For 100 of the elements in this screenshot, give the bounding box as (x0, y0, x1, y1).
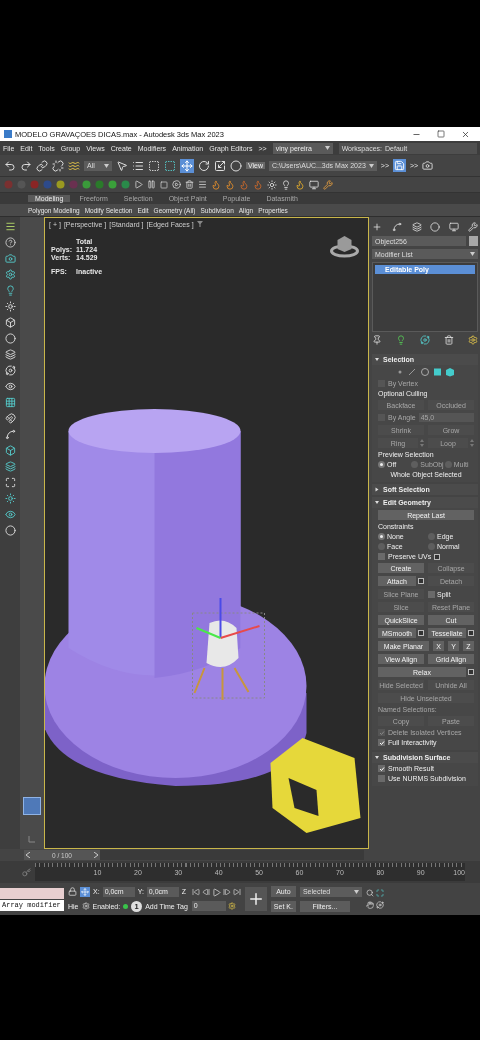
settings-icon[interactable] (418, 630, 424, 636)
settings-icon[interactable] (468, 669, 474, 675)
pan-icon[interactable] (365, 901, 374, 909)
caret-icon[interactable] (324, 146, 330, 150)
caret-icon[interactable] (470, 252, 475, 256)
radio-button[interactable] (378, 543, 385, 550)
settings-icon[interactable] (434, 553, 441, 560)
curve-icon[interactable] (4, 429, 16, 440)
gear-icon[interactable] (4, 269, 16, 280)
trash-icon[interactable] (185, 180, 194, 189)
caret-icon[interactable] (104, 163, 109, 168)
gear-icon[interactable] (81, 902, 90, 910)
lock-icon[interactable] (68, 887, 77, 896)
bulb-icon[interactable] (281, 179, 291, 190)
offset-button[interactable] (80, 886, 90, 897)
radio-button[interactable] (428, 543, 435, 550)
close-icon[interactable] (461, 129, 470, 139)
camera-icon[interactable] (4, 253, 16, 264)
list-icon[interactable] (132, 159, 144, 172)
flame-icon[interactable] (225, 179, 235, 190)
menu-icon[interactable] (4, 221, 16, 232)
chair-drawing[interactable] (192, 597, 265, 701)
last-frame-icon[interactable] (232, 888, 241, 896)
hierarchy-tab-icon[interactable] (411, 222, 422, 232)
key-icon[interactable] (22, 867, 31, 877)
select-icon[interactable] (116, 159, 128, 172)
sun-icon[interactable] (4, 301, 16, 312)
monitor-icon[interactable] (309, 179, 319, 190)
layers-icon[interactable] (4, 461, 16, 472)
layers-icon[interactable] (4, 349, 16, 360)
settings-icon[interactable] (468, 630, 474, 636)
settings-icon[interactable] (418, 578, 424, 584)
flame-icon[interactable] (239, 179, 249, 190)
list-icon[interactable] (198, 180, 207, 189)
checkbox[interactable] (378, 553, 385, 560)
undo-icon[interactable] (4, 159, 16, 172)
link-icon[interactable] (36, 159, 48, 172)
frame-icon[interactable] (4, 477, 16, 488)
listener-input[interactable] (0, 887, 64, 899)
first-frame-icon[interactable] (191, 888, 200, 896)
rotate-icon[interactable] (198, 159, 210, 172)
play-icon[interactable] (211, 887, 221, 897)
magnet-icon[interactable] (4, 413, 16, 424)
window-select-icon[interactable] (164, 159, 176, 172)
orbit-icon[interactable] (375, 901, 384, 909)
stop-icon[interactable] (160, 180, 168, 189)
caret-icon[interactable] (353, 889, 359, 894)
bulb-icon[interactable] (396, 335, 406, 345)
move-button[interactable] (180, 158, 194, 173)
caret-icon[interactable] (368, 163, 374, 168)
utilities-tab-icon[interactable] (468, 222, 478, 232)
sun-icon[interactable] (4, 493, 16, 504)
pin-icon[interactable] (372, 335, 382, 345)
maximize-icon[interactable] (437, 129, 445, 138)
scale-icon[interactable] (214, 159, 226, 172)
pause-icon[interactable] (147, 180, 156, 189)
checkbox[interactable] (428, 590, 435, 598)
prev-frame-icon[interactable] (201, 888, 210, 896)
sphere-icon[interactable] (230, 159, 242, 172)
redo-icon[interactable] (20, 159, 32, 172)
eye-icon[interactable] (4, 381, 16, 392)
radio-button[interactable] (378, 461, 385, 468)
filter-icon[interactable] (196, 221, 203, 227)
modify-tab[interactable] (390, 221, 403, 233)
viewcube-icon[interactable] (330, 236, 359, 258)
create-tab-icon[interactable] (372, 222, 382, 232)
wave-icon[interactable] (68, 159, 80, 172)
radio-button[interactable] (378, 533, 385, 540)
wrench-icon[interactable] (323, 179, 333, 190)
radio-button[interactable] (428, 533, 435, 540)
flame-icon[interactable] (211, 179, 221, 190)
play-circle-icon[interactable] (172, 180, 181, 189)
camera-icon[interactable] (422, 160, 434, 171)
sun-icon[interactable] (267, 179, 277, 190)
help-icon[interactable] (4, 237, 16, 248)
orbit-icon[interactable] (420, 335, 430, 345)
settings-icon[interactable] (468, 335, 478, 345)
box-icon[interactable] (4, 445, 16, 456)
sphere-icon[interactable] (4, 333, 16, 344)
motion-tab-icon[interactable] (430, 222, 441, 232)
unlink-icon[interactable] (52, 159, 64, 172)
grid-icon[interactable] (4, 397, 16, 408)
zoom-icon[interactable] (365, 889, 374, 897)
display-tab-icon[interactable] (449, 222, 460, 232)
sphere-icon[interactable] (4, 525, 16, 536)
checkbox[interactable] (378, 775, 385, 782)
color-swatch[interactable] (469, 236, 478, 246)
zoom-extents-icon[interactable] (375, 889, 384, 897)
trash-icon[interactable] (444, 335, 454, 345)
light-icon[interactable] (4, 285, 16, 296)
play-icon[interactable] (134, 180, 143, 189)
next-frame-icon[interactable] (222, 888, 231, 896)
orbit-icon[interactable] (4, 365, 16, 376)
flame-icon[interactable] (295, 179, 305, 190)
save-button[interactable] (393, 159, 406, 172)
time-config-icon[interactable] (227, 901, 236, 910)
region-icon[interactable] (148, 159, 160, 172)
subobject-icons[interactable] (396, 367, 456, 377)
box-icon[interactable] (4, 317, 16, 328)
eye-icon[interactable] (4, 509, 16, 520)
